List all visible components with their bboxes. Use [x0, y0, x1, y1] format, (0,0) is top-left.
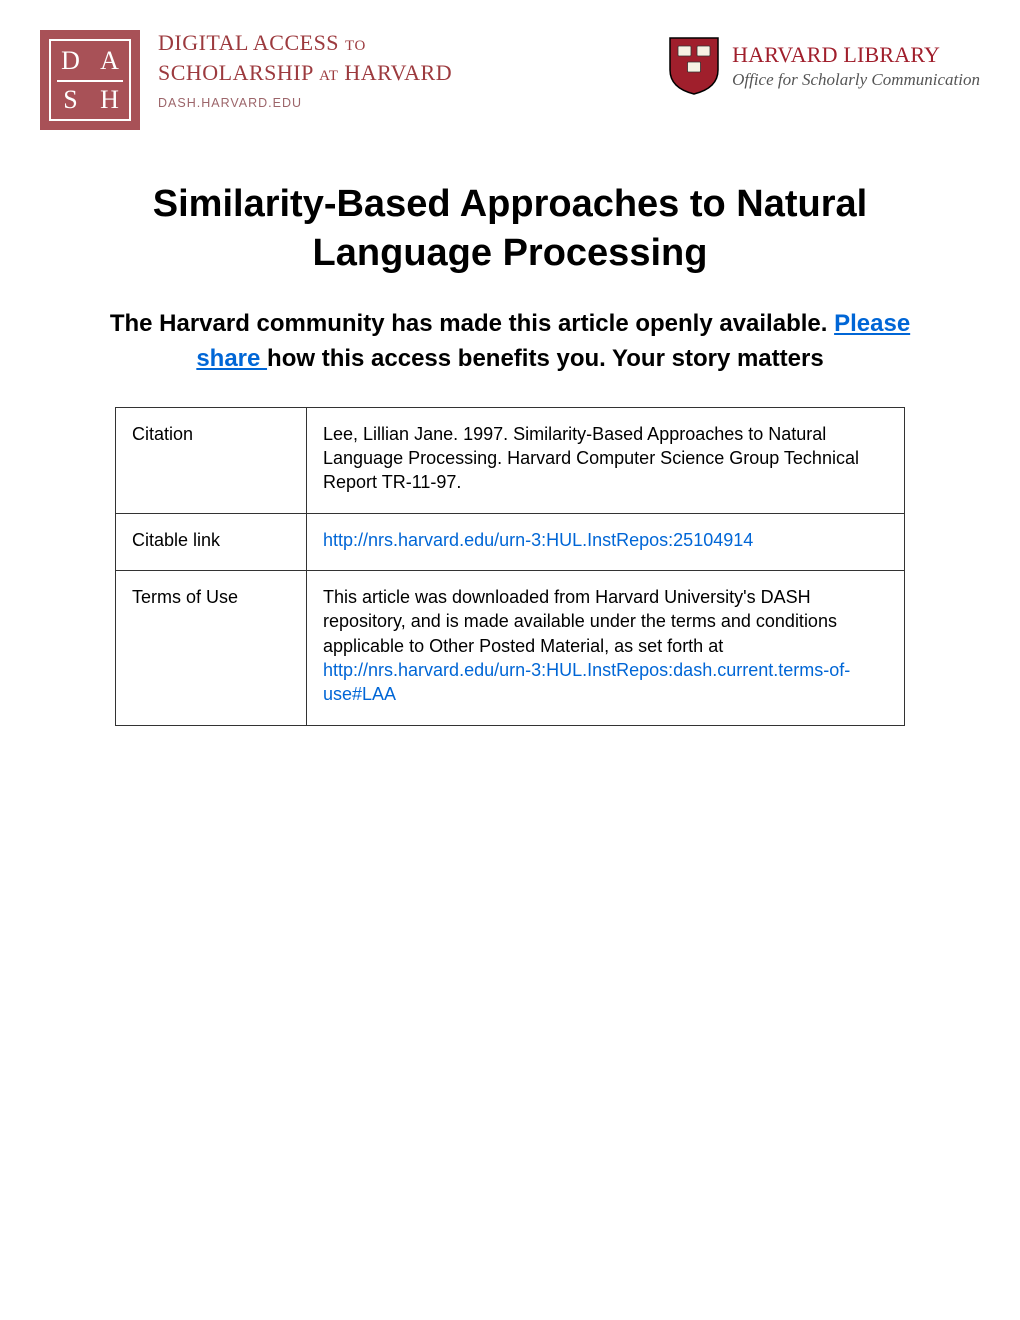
page: D A S H DIGITAL ACCESS TO SCHOLARSHIP AT…: [0, 0, 1020, 756]
citation-value: Lee, Lillian Jane. 1997. Similarity-Base…: [307, 407, 905, 513]
dash-logo-letter: A: [100, 46, 119, 76]
dash-line1-small: TO: [345, 38, 366, 54]
dash-text-block: DIGITAL ACCESS TO SCHOLARSHIP AT HARVARD…: [158, 30, 452, 110]
dash-line2-a: SCHOLARSHIP: [158, 60, 313, 85]
table-row: Citation Lee, Lillian Jane. 1997. Simila…: [116, 407, 905, 513]
harvard-library-title: HARVARD LIBRARY: [732, 42, 980, 68]
dash-logo-letter: S: [63, 85, 77, 115]
terms-value: This article was downloaded from Harvard…: [307, 571, 905, 725]
harvard-shield-icon: [668, 36, 720, 96]
terms-link[interactable]: http://nrs.harvard.edu/urn-3:HUL.InstRep…: [323, 660, 850, 704]
citable-link-value: http://nrs.harvard.edu/urn-3:HUL.InstRep…: [307, 513, 905, 570]
dash-line1-main: DIGITAL ACCESS: [158, 30, 339, 55]
citation-label: Citation: [116, 407, 307, 513]
harvard-office-subtitle: Office for Scholarly Communication: [732, 70, 980, 90]
access-statement: The Harvard community has made this arti…: [100, 307, 920, 377]
header: D A S H DIGITAL ACCESS TO SCHOLARSHIP AT…: [40, 30, 980, 130]
access-text-before: The Harvard community has made this arti…: [110, 310, 834, 337]
table-row: Citable link http://nrs.harvard.edu/urn-…: [116, 513, 905, 570]
access-text-after: how this access benefits you. Your story…: [267, 345, 824, 372]
dash-logo-letter: D: [61, 46, 80, 76]
dash-logo-icon: D A S H: [40, 30, 140, 130]
terms-text: This article was downloaded from Harvard…: [323, 587, 837, 656]
dash-logo-letter: H: [100, 85, 119, 115]
citable-link[interactable]: http://nrs.harvard.edu/urn-3:HUL.InstRep…: [323, 530, 753, 550]
harvard-text-block: HARVARD LIBRARY Office for Scholarly Com…: [732, 42, 980, 90]
citable-link-label: Citable link: [116, 513, 307, 570]
harvard-branding: HARVARD LIBRARY Office for Scholarly Com…: [668, 36, 980, 96]
metadata-table: Citation Lee, Lillian Jane. 1997. Simila…: [115, 407, 905, 726]
dash-line2-b: AT: [319, 68, 338, 84]
terms-label: Terms of Use: [116, 571, 307, 725]
table-row: Terms of Use This article was downloaded…: [116, 571, 905, 725]
dash-branding: D A S H DIGITAL ACCESS TO SCHOLARSHIP AT…: [40, 30, 452, 130]
article-title: Similarity-Based Approaches to Natural L…: [140, 180, 880, 277]
dash-url: DASH.HARVARD.EDU: [158, 96, 452, 110]
dash-line2-c: HARVARD: [344, 60, 452, 85]
